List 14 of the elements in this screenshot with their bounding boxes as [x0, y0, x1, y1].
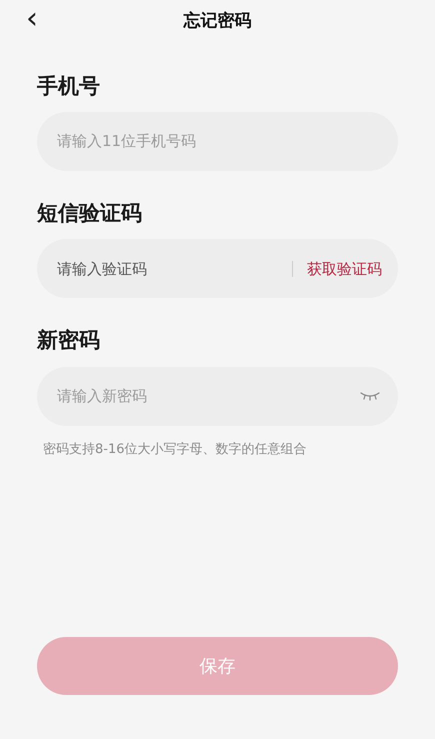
- page-title: 忘记密码: [184, 10, 252, 34]
- back-button[interactable]: ‹: [22, 4, 42, 34]
- text-input[interactable]: 请输入新密码: [55, 384, 360, 408]
- text-input[interactable]: 请输入11位手机号码: [55, 129, 382, 154]
- field-label: 新密码: [37, 328, 101, 354]
- password-hint: 密码支持8-16位大小写字母、数字的任意组合: [43, 440, 308, 459]
- get-code-link[interactable]: 获取验证码: [307, 258, 382, 280]
- field-label: 手机号: [37, 74, 101, 100]
- password-field[interactable]: 请输入新密码: [37, 366, 398, 426]
- text-input[interactable]: 请输入验证码: [55, 256, 292, 282]
- field-label: 短信验证码: [37, 201, 143, 226]
- phone-field[interactable]: 请输入11位手机号码: [37, 112, 398, 172]
- code-field[interactable]: 请输入验证码 获取验证码: [37, 239, 398, 298]
- closed-eye-icon[interactable]: [360, 391, 380, 402]
